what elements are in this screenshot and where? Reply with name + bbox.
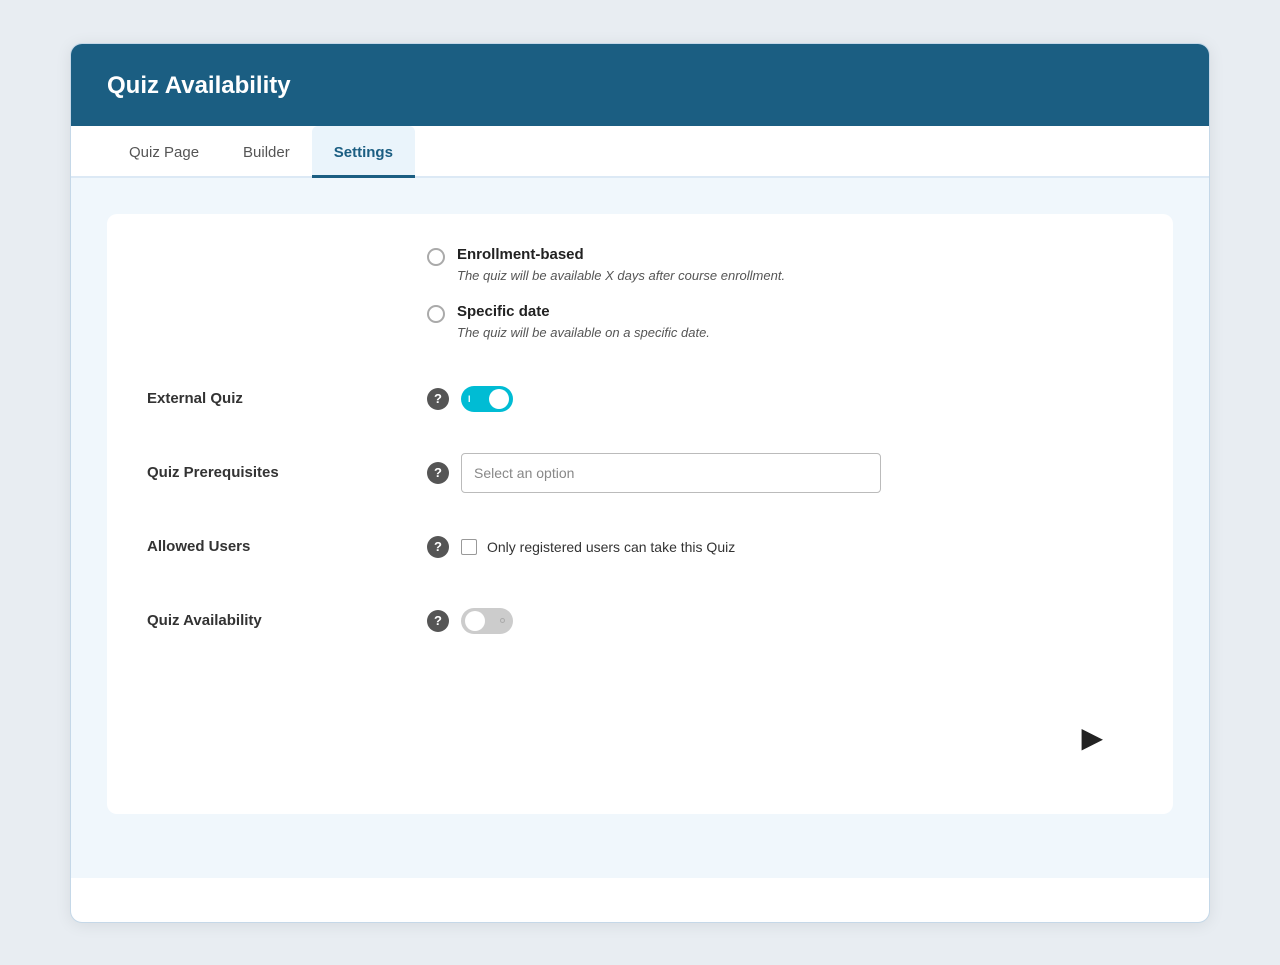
- checkbox-label-registered-users: Only registered users can take this Quiz: [487, 539, 735, 555]
- label-external-quiz: External Quiz: [147, 390, 427, 407]
- main-card: Quiz Availability Quiz Page Builder Sett…: [70, 43, 1210, 923]
- setting-rows: External Quiz ? I Quiz Prerequisites ?: [147, 378, 1133, 642]
- toggle-knob-availability: [465, 611, 485, 631]
- help-icon-allowed-users[interactable]: ?: [427, 536, 449, 558]
- setting-row-external-quiz: External Quiz ? I: [147, 378, 1133, 420]
- toggle-quiz-availability[interactable]: [461, 608, 513, 634]
- page-title: Quiz Availability: [107, 72, 1173, 100]
- cursor: ▶: [1081, 721, 1103, 754]
- setting-row-allowed-users: Allowed Users ? Only registered users ca…: [147, 526, 1133, 568]
- content-area: Enrollment-based The quiz will be availa…: [71, 178, 1209, 878]
- toggle-dot-availability: [500, 618, 505, 623]
- select-prerequisites[interactable]: Select an option: [461, 453, 881, 493]
- checkbox-registered-users[interactable]: [461, 539, 477, 555]
- radio-enrollment-text: Enrollment-based The quiz will be availa…: [457, 246, 785, 285]
- controls-quiz-availability: ?: [427, 608, 1133, 634]
- setting-row-prerequisites: Quiz Prerequisites ? Select an option: [147, 452, 1133, 494]
- tab-quiz-page[interactable]: Quiz Page: [107, 126, 221, 178]
- radio-specific-date-desc: The quiz will be available on a specific…: [457, 325, 710, 340]
- toggle-external-quiz[interactable]: I: [461, 386, 513, 412]
- radio-enrollment-label: Enrollment-based: [457, 246, 785, 263]
- label-quiz-availability: Quiz Availability: [147, 612, 427, 629]
- label-prerequisites: Quiz Prerequisites: [147, 464, 427, 481]
- card-header: Quiz Availability: [71, 44, 1209, 126]
- controls-external-quiz: ? I: [427, 386, 1133, 412]
- settings-panel: Enrollment-based The quiz will be availa…: [107, 214, 1173, 814]
- radio-specific-date-label: Specific date: [457, 303, 710, 320]
- help-icon-quiz-availability[interactable]: ?: [427, 610, 449, 632]
- help-icon-prerequisites[interactable]: ?: [427, 462, 449, 484]
- controls-allowed-users: ? Only registered users can take this Qu…: [427, 536, 1133, 558]
- tab-settings[interactable]: Settings: [312, 126, 415, 178]
- toggle-on-label: I: [468, 394, 471, 404]
- availability-options: Enrollment-based The quiz will be availa…: [427, 246, 1133, 342]
- radio-enrollment-desc: The quiz will be available X days after …: [457, 268, 785, 283]
- help-icon-external-quiz[interactable]: ?: [427, 388, 449, 410]
- radio-option-specific-date: Specific date The quiz will be available…: [427, 303, 1133, 342]
- radio-enrollment-circle[interactable]: [427, 248, 445, 266]
- radio-option-enrollment: Enrollment-based The quiz will be availa…: [427, 246, 1133, 285]
- tab-builder[interactable]: Builder: [221, 126, 312, 178]
- radio-specific-date-text: Specific date The quiz will be available…: [457, 303, 710, 342]
- tabs-bar: Quiz Page Builder Settings: [71, 126, 1209, 178]
- radio-specific-date-circle[interactable]: [427, 305, 445, 323]
- checkbox-row-allowed-users: Only registered users can take this Quiz: [461, 539, 735, 555]
- setting-row-quiz-availability: Quiz Availability ?: [147, 600, 1133, 642]
- controls-prerequisites: ? Select an option: [427, 453, 1133, 493]
- label-allowed-users: Allowed Users: [147, 538, 427, 555]
- toggle-knob-external-quiz: [489, 389, 509, 409]
